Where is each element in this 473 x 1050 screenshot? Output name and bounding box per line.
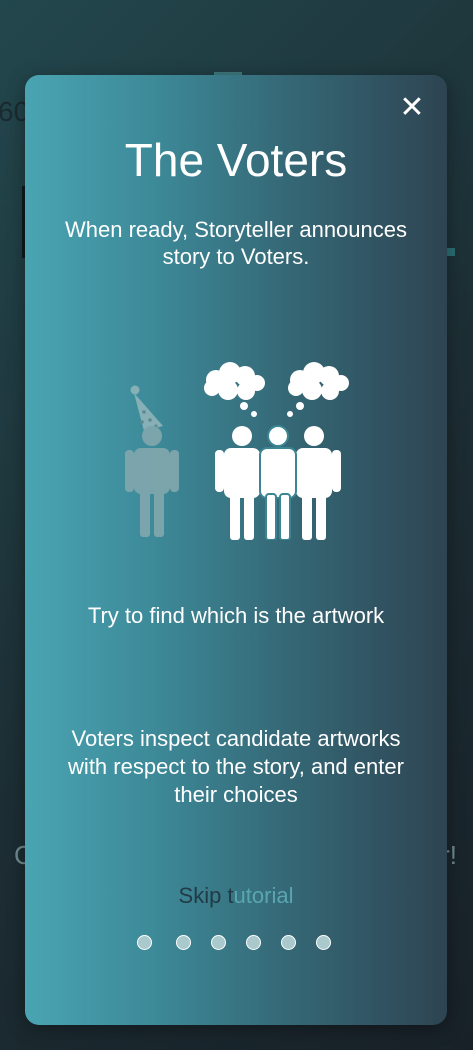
storyteller-figure-icon xyxy=(125,385,179,537)
page-dot-3[interactable] xyxy=(211,935,226,950)
pagination-dots xyxy=(137,935,337,953)
modal-title: The Voters xyxy=(124,134,348,186)
background-indicator xyxy=(447,248,455,256)
step-description: Voters inspect candidate artworks with r… xyxy=(68,726,404,807)
tutorial-modal: ✕ The Voters When ready, Storyteller ann… xyxy=(25,75,447,1025)
page-dot-2[interactable] xyxy=(176,935,191,950)
modal-subtitle: When ready, Storyteller announces story … xyxy=(65,217,407,269)
skip-tutorial-link[interactable]: Skip tutorial xyxy=(25,883,447,909)
thought-cloud-icon xyxy=(204,362,265,417)
page-dot-1[interactable] xyxy=(137,935,152,950)
page-dot-5[interactable] xyxy=(281,935,296,950)
skip-label-main: Skip t xyxy=(178,883,234,908)
skip-label-faded: utorial xyxy=(233,883,294,908)
page-dot-4[interactable] xyxy=(246,935,261,950)
voters-group-icon xyxy=(215,425,341,540)
close-icon[interactable]: ✕ xyxy=(395,91,429,125)
voters-illustration xyxy=(125,362,349,540)
step-heading: Try to find which is the artwork xyxy=(87,603,385,628)
page-dot-6[interactable] xyxy=(316,935,331,950)
thought-cloud-icon xyxy=(287,362,349,417)
